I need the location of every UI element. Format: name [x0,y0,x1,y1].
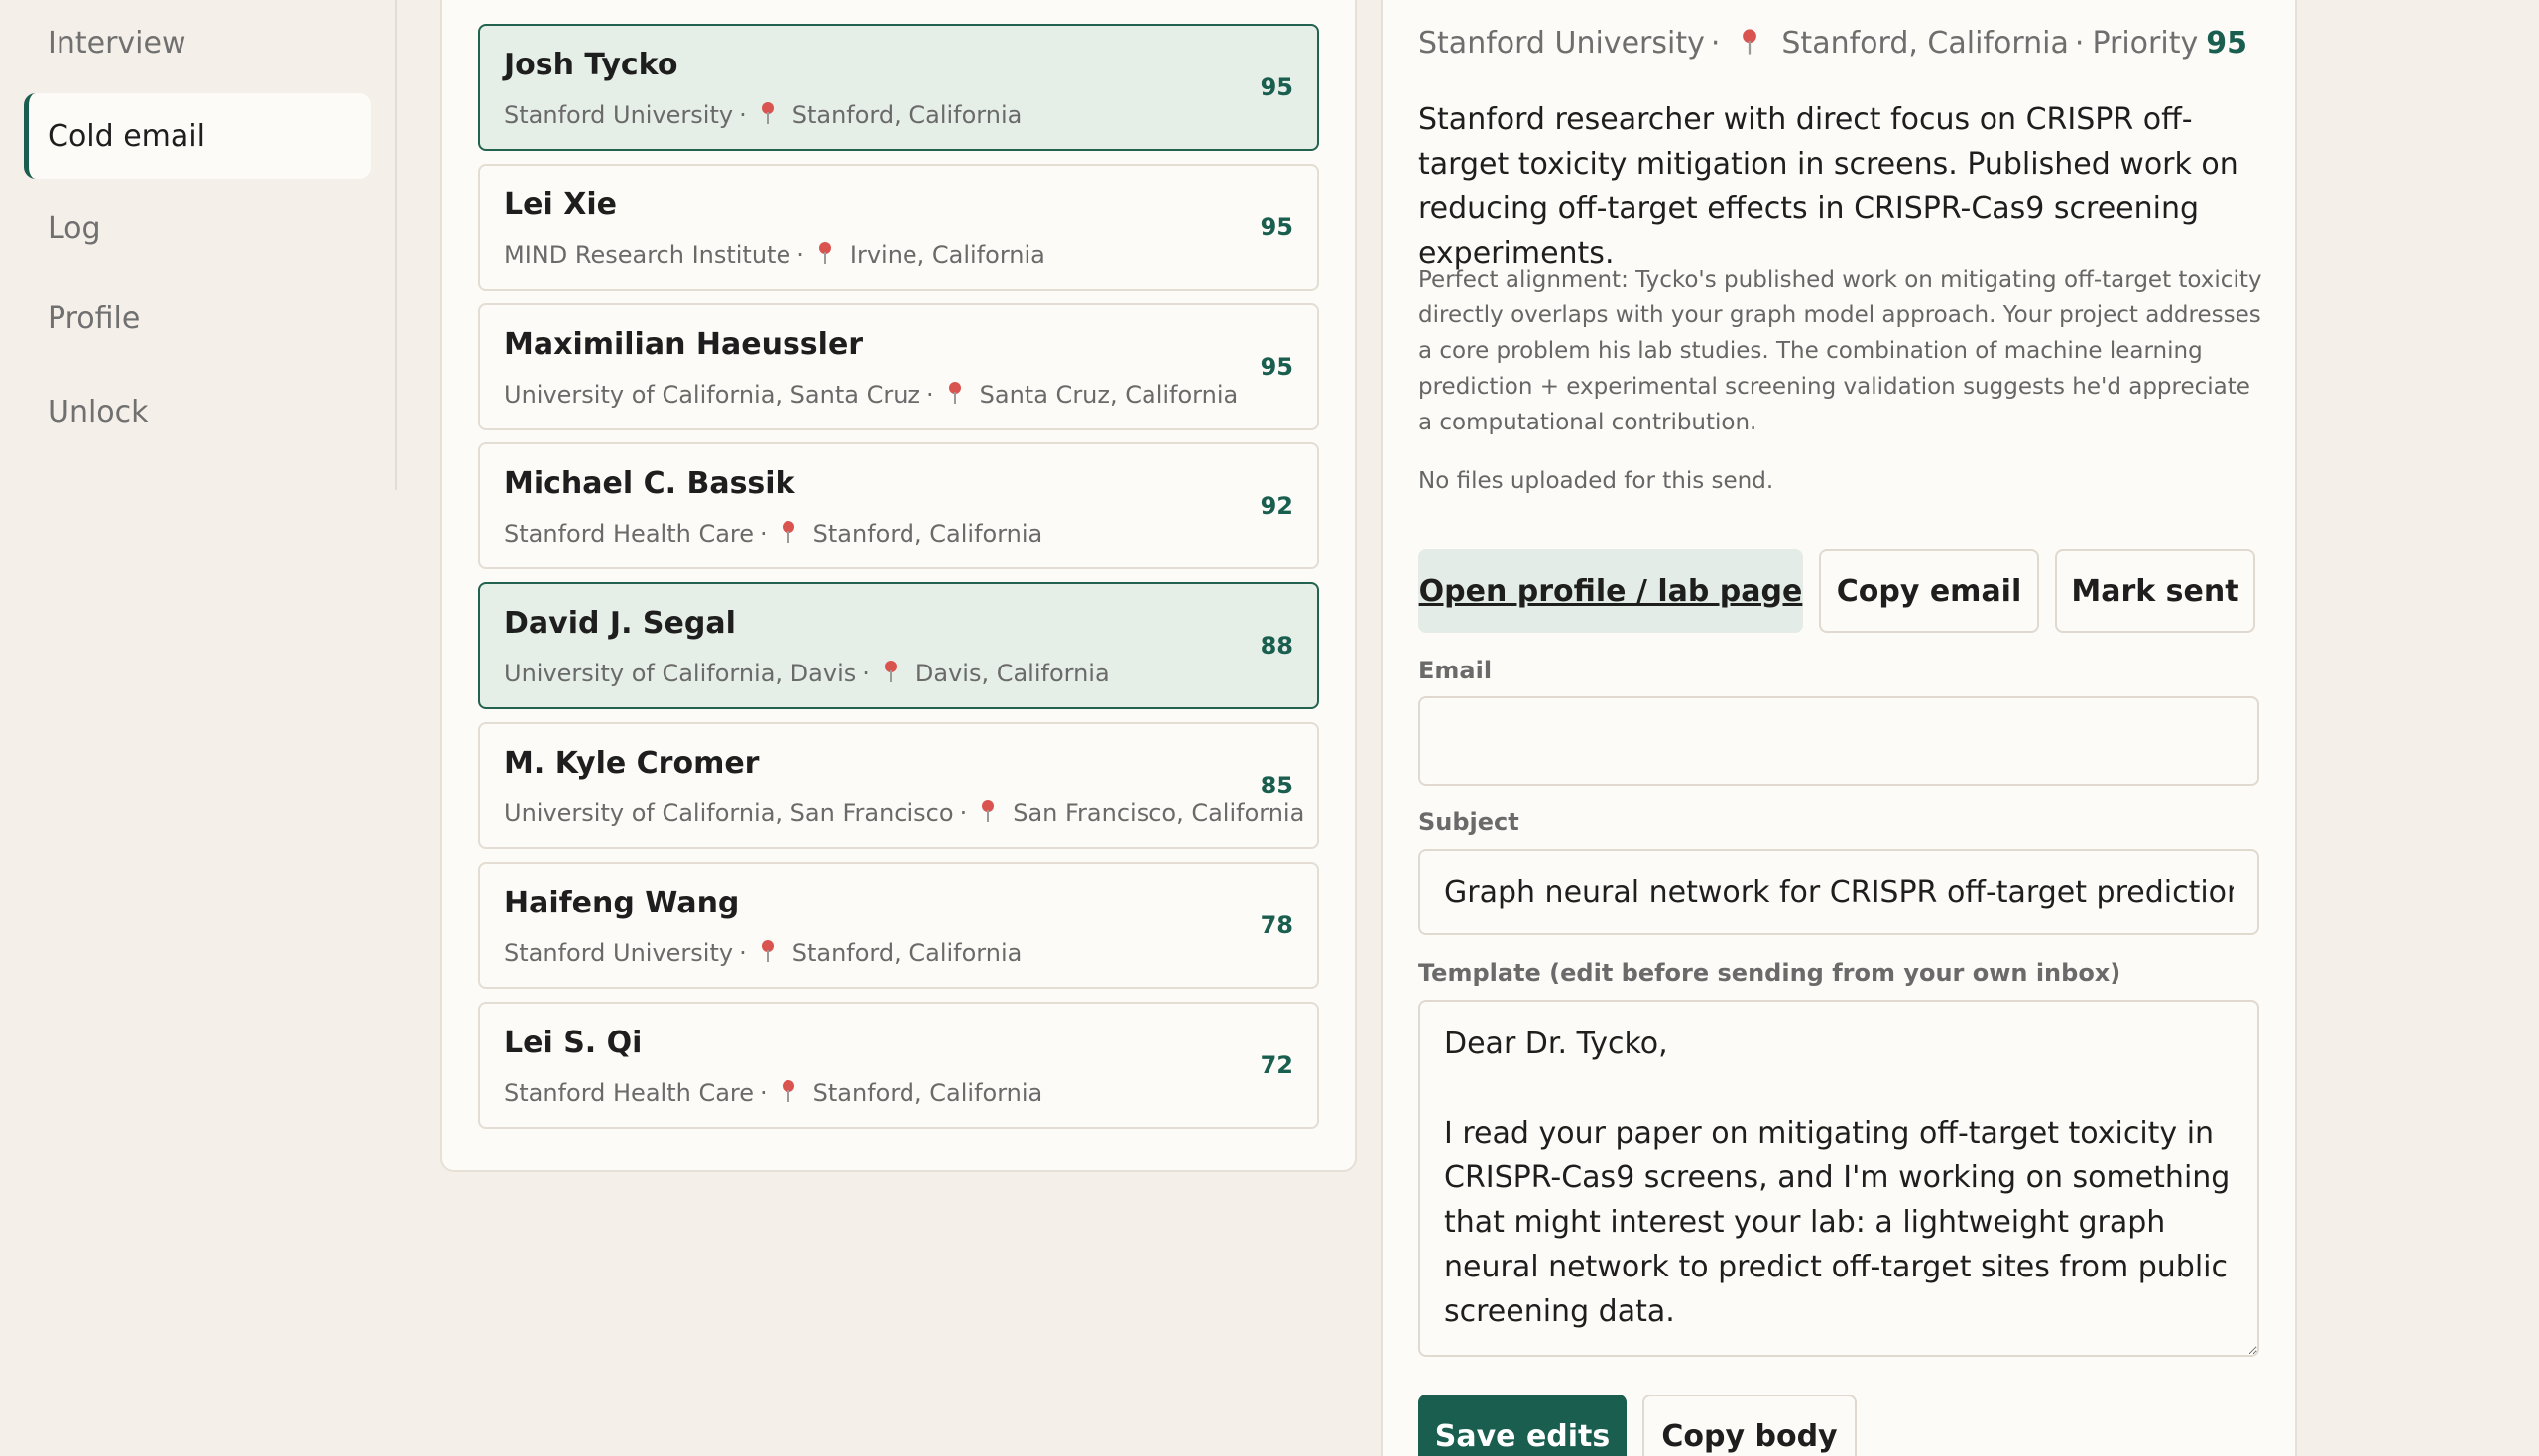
contact-score: 88 [1260,632,1293,660]
email-field[interactable] [1418,696,2259,786]
contact-institution: MIND Research Institute [504,241,791,269]
contact-institution: University of California, Davis [504,660,857,687]
location-pin-icon [761,102,774,124]
contact-affiliation: University of California, Santa Cruz · Sa… [504,381,1239,409]
contact-institution: Stanford University [504,939,734,967]
contact-institution: University of California, San Francisco [504,799,954,827]
location-pin-icon [982,800,995,822]
contact-institution: Stanford University [504,101,734,129]
contact-name: M. Kyle Cromer [504,746,760,781]
contact-card[interactable]: Josh Tycko Stanford University · Stanford… [478,24,1319,151]
contact-location: Stanford, California [791,101,1023,129]
email-label: Email [1418,657,1493,684]
contact-score: 92 [1260,492,1293,520]
subject-input[interactable] [1418,849,2259,935]
location-pin-icon [782,521,794,543]
contact-score: 72 [1260,1051,1293,1079]
contact-affiliation: Stanford University · Stanford, Californi… [504,101,1023,129]
contact-institution: Stanford Health Care [504,520,755,547]
contact-institution: University of California, Santa Cruz [504,381,921,409]
detail-rationale: Perfect alignment: Tycko's published wor… [1418,267,2262,435]
contact-card[interactable]: David J. Segal University of California,… [478,582,1319,709]
contact-location: Irvine, California [849,241,1045,269]
contact-card[interactable]: Lei S. Qi Stanford Health Care · Stanford… [478,1002,1319,1129]
contact-card[interactable]: Maximilian Haeussler University of Calif… [478,303,1319,430]
contact-score: 78 [1260,911,1293,939]
contact-location: Stanford, California [791,939,1023,967]
contact-affiliation: MIND Research Institute · Irvine, Califor… [504,241,1045,269]
contact-name: Josh Tycko [504,48,678,82]
subject-label: Subject [1418,808,1519,836]
detail-priority-label: Priority [2092,26,2199,61]
contact-location: Santa Cruz, California [979,381,1239,409]
location-pin-icon [782,1080,794,1102]
contact-institution: Stanford Health Care [504,1079,755,1107]
location-pin-icon [884,661,897,682]
contact-location: San Francisco, California [1013,799,1305,827]
detail-priority-value: 95 [2206,26,2247,61]
open-profile-button[interactable]: Open profile / lab page [1418,549,1803,633]
contact-name: Michael C. Bassik [504,466,795,501]
detail-meta-line: Stanford University · Stanford, Californi… [1418,26,2247,61]
contact-location: Stanford, California [812,1079,1043,1107]
contact-affiliation: University of California, Davis · Davis, … [504,660,1110,687]
save-edits-button[interactable]: Save edits [1418,1395,1627,1456]
location-pin-icon [818,242,831,264]
location-pin-icon [1743,28,1757,55]
location-pin-icon [948,382,961,404]
sidebar-item-unlock[interactable]: Unlock [24,369,371,454]
app-root: Interview Cold email Log Profile Unlock … [0,0,2539,1456]
location-pin-icon [761,940,774,962]
contact-card[interactable]: M. Kyle Cromer University of California,… [478,722,1319,849]
sidebar-item-interview[interactable]: Interview [24,0,371,85]
sidebar-item-cold-email[interactable]: Cold email [24,93,371,179]
contact-affiliation: Stanford University · Stanford, Californi… [504,939,1023,967]
contact-card[interactable]: Lei Xie MIND Research Institute · Irvine,… [478,164,1319,291]
contact-card[interactable]: Michael C. Bassik Stanford Health Care · … [478,442,1319,569]
contact-affiliation: University of California, San Francisco ·… [504,799,1305,827]
copy-body-button[interactable]: Copy body [1642,1395,1857,1456]
sidebar-item-profile[interactable]: Profile [24,276,371,361]
contact-score: 95 [1260,73,1293,101]
detail-institution: Stanford University [1418,26,1705,61]
template-textarea[interactable]: Dear Dr. Tycko, I read your paper on mit… [1418,1000,2259,1357]
contact-name: Maximilian Haeussler [504,327,864,362]
detail-summary: Stanford researcher with direct focus on… [1418,102,2238,271]
contact-affiliation: Stanford Health Care · Stanford, Californ… [504,520,1043,547]
contact-card[interactable]: Haifeng Wang Stanford University · Stanfo… [478,862,1319,989]
contact-name: Lei S. Qi [504,1026,643,1060]
sidebar-item-log[interactable]: Log [24,185,371,271]
contact-score: 95 [1260,353,1293,381]
sidebar-nav: Interview Cold email Log Profile Unlock [0,0,397,490]
files-note: No files uploaded for this send. [1418,468,1774,494]
template-label: Template (edit before sending from your … [1418,959,2121,987]
contact-location: Davis, California [914,660,1110,687]
contact-location: Stanford, California [812,520,1043,547]
contact-name: David J. Segal [504,606,736,641]
contact-name: Lei Xie [504,187,617,222]
contact-score: 95 [1260,213,1293,241]
copy-email-button[interactable]: Copy email [1819,549,2039,633]
mark-sent-button[interactable]: Mark sent [2055,549,2255,633]
contact-score: 85 [1260,772,1293,799]
contact-affiliation: Stanford Health Care · Stanford, Californ… [504,1079,1043,1107]
detail-location: Stanford, California [1781,26,2069,61]
contact-name: Haifeng Wang [504,886,740,920]
